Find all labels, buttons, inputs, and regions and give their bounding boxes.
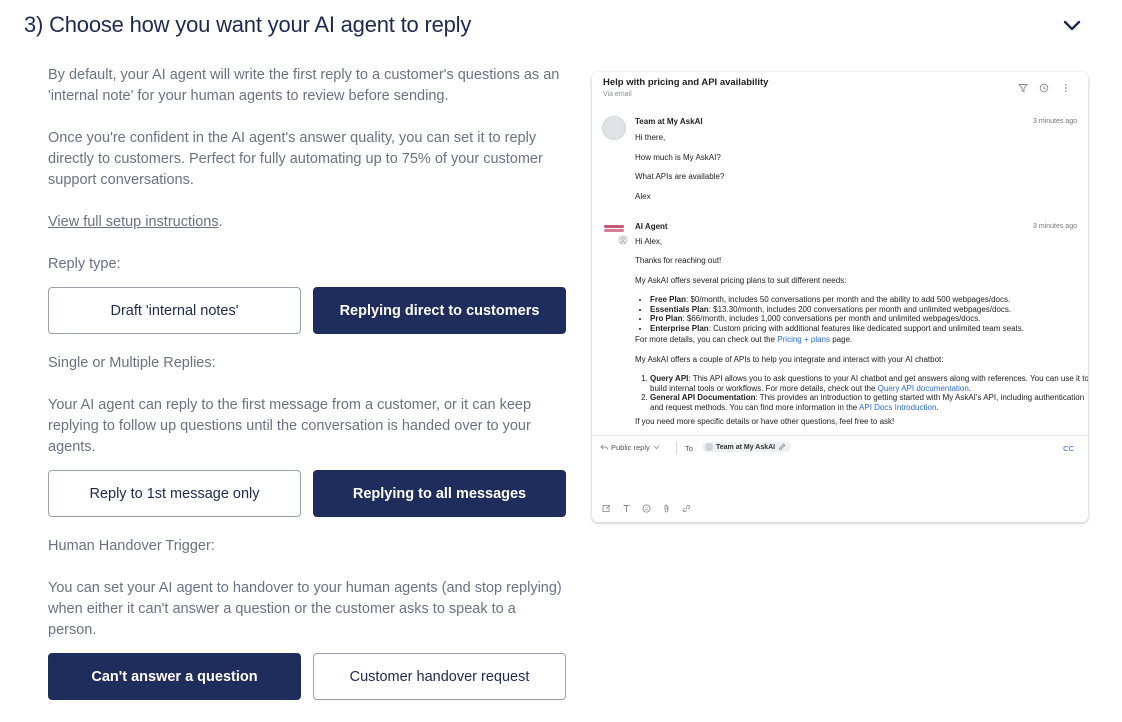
pricing-details: For more details, you can check out the … xyxy=(635,335,853,344)
cc-button[interactable]: CC xyxy=(1063,444,1074,453)
message-1-line: Hi there, xyxy=(635,133,666,142)
message-2-plans-intro: My AskAI offers several pricing plans to… xyxy=(635,276,847,285)
replies-description: Your AI agent can reply to the first mes… xyxy=(48,397,532,455)
api-item: Query API: This API allows you to ask qu… xyxy=(650,374,1088,393)
composer-toolbar xyxy=(602,504,691,513)
more-icon[interactable] xyxy=(1063,83,1069,93)
message-1-time: 3 minutes ago xyxy=(1033,118,1077,125)
composer-separator xyxy=(676,442,677,454)
text-format-icon[interactable] xyxy=(622,504,631,513)
history-icon[interactable] xyxy=(1039,83,1049,93)
link-icon[interactable] xyxy=(682,504,691,513)
reply-arrow-icon xyxy=(600,444,608,450)
pricing-plans-link[interactable]: Pricing + plans xyxy=(777,335,830,344)
filter-icon[interactable] xyxy=(1018,83,1028,93)
intro-paragraph-2: Once you're confident in the AI agent's … xyxy=(48,130,543,188)
composer-divider xyxy=(592,435,1088,436)
customer-handover-button[interactable]: Customer handover request xyxy=(313,653,566,700)
recipient-avatar xyxy=(705,443,713,451)
message-1-line: Alex xyxy=(635,192,651,201)
reply-direct-button[interactable]: Replying direct to customers xyxy=(313,287,566,334)
ticket-channel: Via email xyxy=(603,91,632,98)
setup-instructions: View full setup instructions. xyxy=(48,212,223,233)
plan-item: Enterprise Plan: Custom pricing with add… xyxy=(650,324,1088,334)
message-2-thanks: Thanks for reaching out! xyxy=(635,256,722,265)
to-label: To xyxy=(685,444,693,453)
query-api-link[interactable]: Query API documentation xyxy=(878,384,969,393)
reply-all-messages-button[interactable]: Replying to all messages xyxy=(313,470,566,517)
reply-mode-selector[interactable]: Public reply xyxy=(600,443,660,452)
api-docs-link[interactable]: API Docs Introduction xyxy=(859,403,936,412)
compose-icon[interactable] xyxy=(602,504,611,513)
ticket-subject: Help with pricing and API availability xyxy=(603,77,769,88)
intro-paragraph-1: By default, your AI agent will write the… xyxy=(48,67,560,104)
draft-internal-notes-button[interactable]: Draft 'internal notes' xyxy=(48,287,301,334)
message-2-greeting: Hi Alex, xyxy=(635,237,663,246)
pricing-plan-list: Free Plan: $0/month, includes 50 convers… xyxy=(636,295,1088,333)
ticket-preview: Help with pricing and API availability V… xyxy=(592,72,1088,522)
message-1-line: How much is My AskAI? xyxy=(635,153,721,162)
emoji-icon[interactable] xyxy=(642,504,651,513)
setup-instructions-link[interactable]: View full setup instructions xyxy=(48,214,219,230)
replies-label: Single or Multiple Replies: xyxy=(48,355,216,371)
plan-item: Essentials Plan: $13.30/month, includes … xyxy=(650,305,1088,315)
reply-type-label: Reply type: xyxy=(48,256,121,272)
attachment-icon[interactable] xyxy=(662,504,671,513)
edit-pencil-icon[interactable] xyxy=(778,443,786,451)
handover-description: You can set your AI agent to handover to… xyxy=(48,580,562,638)
handover-label: Human Handover Trigger: xyxy=(48,538,215,554)
ai-agent-logo-icon xyxy=(604,225,628,245)
chevron-down-small-icon xyxy=(653,445,660,450)
customer-avatar xyxy=(602,116,626,140)
section-title: 3) Choose how you want your AI agent to … xyxy=(24,12,472,37)
message-1-line: What APIs are available? xyxy=(635,172,725,181)
message-2-time: 3 minutes ago xyxy=(1033,223,1077,230)
reply-mode-label: Public reply xyxy=(611,443,650,452)
setup-instructions-period: . xyxy=(218,214,223,230)
message-1-sender: Team at My AskAI xyxy=(635,117,703,126)
api-list: Query API: This API allows you to ask qu… xyxy=(635,374,1088,412)
chevron-down-icon[interactable] xyxy=(1062,18,1082,34)
reply-first-only-button[interactable]: Reply to 1st message only xyxy=(48,470,301,517)
message-2-sender: AI Agent xyxy=(635,222,668,231)
apis-intro: My AskAI offers a couple of APIs to help… xyxy=(635,355,944,364)
plan-item: Free Plan: $0/month, includes 50 convers… xyxy=(650,295,1088,305)
cant-answer-button[interactable]: Can't answer a question xyxy=(48,653,301,700)
plan-item: Pro Plan: $66/month, includes 1,000 conv… xyxy=(650,314,1088,324)
recipient-name: Team at My AskAI xyxy=(716,443,776,451)
recipient-chip[interactable]: Team at My AskAI xyxy=(702,442,792,452)
message-2-closing: If you need more specific details or hav… xyxy=(635,417,895,426)
api-item: General API Documentation: This provides… xyxy=(650,393,1088,412)
